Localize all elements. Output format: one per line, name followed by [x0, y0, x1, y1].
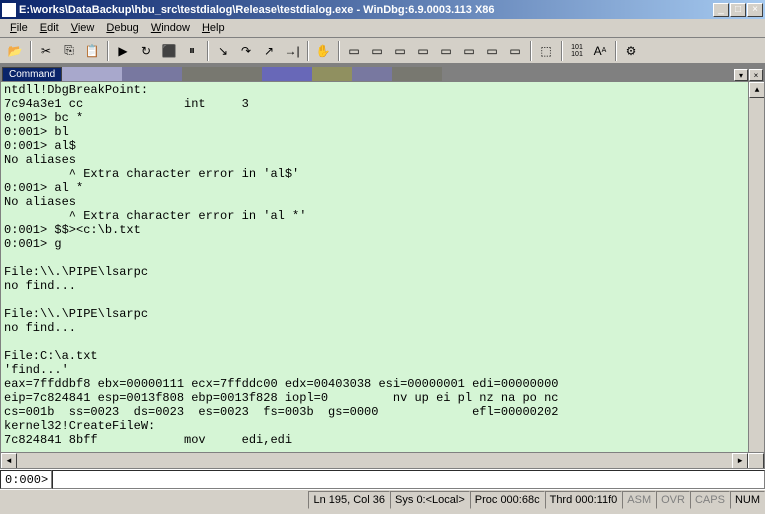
restart-icon[interactable]: ↻ [135, 40, 157, 62]
scroll-left-icon[interactable]: ◄ [1, 453, 17, 469]
app-icon [2, 3, 16, 17]
status-caps: CAPS [690, 491, 730, 509]
status-ovr: OVR [656, 491, 690, 509]
step-into-icon[interactable]: ↘ [212, 40, 234, 62]
menu-view[interactable]: View [65, 20, 101, 36]
tab-close-icon[interactable]: × [749, 69, 763, 81]
scroll-up-icon[interactable]: ▲ [749, 82, 765, 98]
font-icon[interactable]: AA [589, 40, 611, 62]
input-bar: 0:000> [0, 469, 765, 489]
registers-window-icon[interactable]: ▭ [412, 40, 434, 62]
status-num: NUM [730, 491, 765, 509]
console: ntdll!DbgBreakPoint: 7c94a3e1 cc int 3 0… [0, 81, 765, 469]
open-icon[interactable]: 📂 [4, 40, 26, 62]
memory-window-icon[interactable]: ▭ [435, 40, 457, 62]
scroll-corner [748, 453, 764, 469]
break-icon[interactable]: ⏸ [181, 40, 203, 62]
locals-window-icon[interactable]: ▭ [389, 40, 411, 62]
minimize-button[interactable]: _ [713, 3, 729, 17]
copy-icon[interactable]: ⎘ [58, 40, 80, 62]
menu-window[interactable]: Window [145, 20, 196, 36]
cut-icon[interactable]: ✂ [35, 40, 57, 62]
source-mode-icon[interactable]: ⬚ [535, 40, 557, 62]
go-icon[interactable]: ▶ [112, 40, 134, 62]
watch-window-icon[interactable]: ▭ [366, 40, 388, 62]
scrollbar-horizontal[interactable]: ◄ ► [1, 452, 764, 468]
menu-file[interactable]: File [4, 20, 34, 36]
tabbar: Command ▾ × [0, 64, 765, 81]
maximize-button[interactable]: □ [730, 3, 746, 17]
scratch-window-icon[interactable]: ▭ [504, 40, 526, 62]
status-ln-col: Ln 195, Col 36 [308, 491, 390, 509]
disasm-window-icon[interactable]: ▭ [481, 40, 503, 62]
status-asm: ASM [622, 491, 656, 509]
window-controls: _ □ × [713, 3, 763, 17]
step-over-icon[interactable]: ↷ [235, 40, 257, 62]
stop-icon[interactable]: ⬛ [158, 40, 180, 62]
scrollbar-vertical[interactable]: ▲ [748, 82, 764, 452]
callstack-window-icon[interactable]: ▭ [458, 40, 480, 62]
titlebar: E:\works\DataBackup\hbu_src\testdialog\R… [0, 0, 765, 19]
status-thrd: Thrd 000:11f0 [545, 491, 623, 509]
tab-command[interactable]: Command [2, 67, 62, 81]
binary101-icon[interactable]: 101101 [566, 40, 588, 62]
menu-help[interactable]: Help [196, 20, 231, 36]
scroll-right-icon[interactable]: ► [732, 453, 748, 469]
options-icon[interactable]: ⚙ [620, 40, 642, 62]
command-window-icon[interactable]: ▭ [343, 40, 365, 62]
status-proc: Proc 000:68c [470, 491, 545, 509]
breakpoint-icon[interactable]: ✋ [312, 40, 334, 62]
command-input[interactable] [52, 470, 765, 489]
window-title: E:\works\DataBackup\hbu_src\testdialog\R… [19, 4, 713, 16]
run-to-cursor-icon[interactable]: →| [281, 40, 303, 62]
statusbar: Ln 195, Col 36 Sys 0:<Local> Proc 000:68… [0, 489, 765, 509]
input-prompt: 0:000> [0, 470, 52, 489]
step-out-icon[interactable]: ↗ [258, 40, 280, 62]
console-output: ntdll!DbgBreakPoint: 7c94a3e1 cc int 3 0… [1, 82, 764, 448]
toolbar: 📂 ✂ ⎘ 📋 ▶ ↻ ⬛ ⏸ ↘ ↷ ↗ →| ✋ ▭ ▭ ▭ ▭ ▭ ▭ ▭… [0, 38, 765, 64]
menubar: File Edit View Debug Window Help [0, 19, 765, 38]
tab-dropdown-icon[interactable]: ▾ [734, 69, 748, 81]
status-sys: Sys 0:<Local> [390, 491, 470, 509]
menu-edit[interactable]: Edit [34, 20, 65, 36]
close-button[interactable]: × [747, 3, 763, 17]
paste-icon[interactable]: 📋 [81, 40, 103, 62]
menu-debug[interactable]: Debug [100, 20, 144, 36]
